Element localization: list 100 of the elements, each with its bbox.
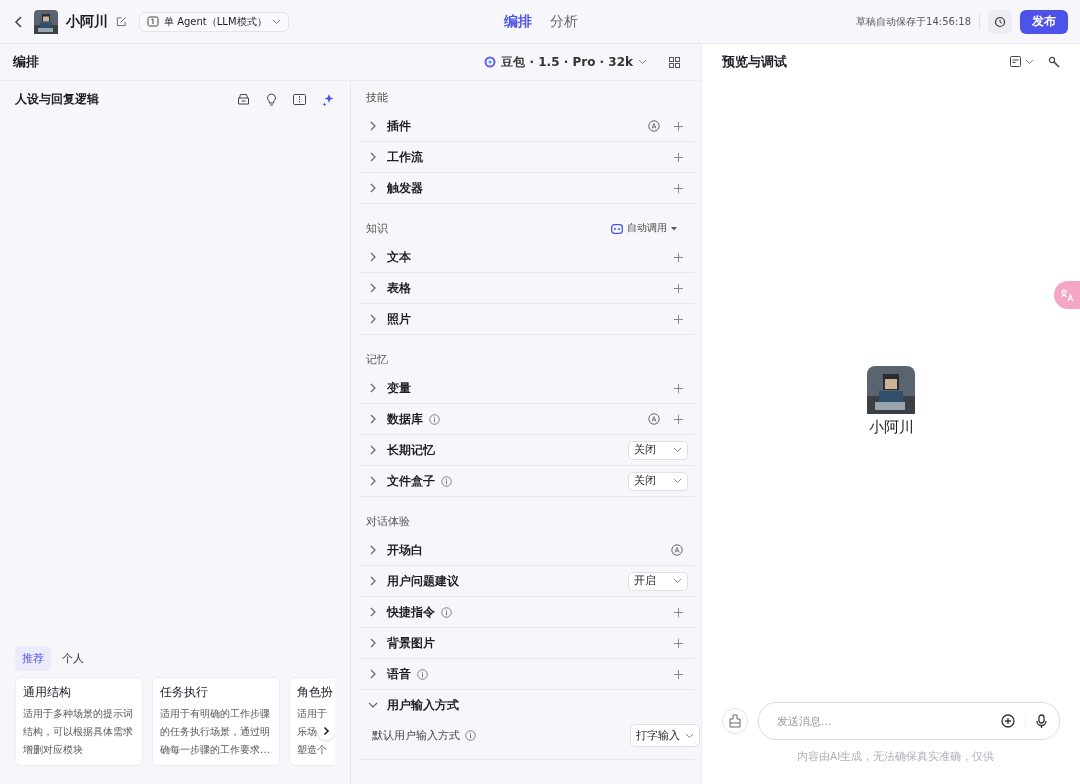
setting-label: 默认用户输入方式 [372, 728, 460, 743]
bot-name: 小阿川 [868, 417, 914, 437]
caret-icon [673, 447, 682, 453]
chevron-icon[interactable] [368, 152, 378, 162]
caret-icon [271, 18, 281, 25]
bot-name: 小阿川 [66, 12, 108, 31]
template-card[interactable]: 通用结构 适用于多种场景的提示词 结构，可以根据具体需求 增删对应模块 [15, 677, 143, 766]
message-input[interactable]: 发送消息... [775, 713, 991, 729]
section-item-label: 变量 [387, 380, 411, 396]
section-item-label: 用户问题建议 [387, 573, 459, 589]
template-card[interactable]: 角色扮 适用于 乐场 塑造个 [289, 677, 335, 766]
template-description: 适用于有明确的工作步骤 [160, 707, 270, 721]
panel-title: 编排 [13, 53, 39, 71]
chevron-icon[interactable] [368, 607, 378, 617]
grid-icon[interactable] [669, 56, 680, 68]
chevron-icon[interactable] [368, 183, 378, 193]
section-item-label: 工作流 [387, 149, 423, 165]
caret-icon [673, 578, 682, 584]
save-status: 草稿自动保存于14:56:18 [856, 14, 971, 29]
template-description: 结构，可以根据具体需求 [23, 725, 133, 739]
section-title: 记忆 [366, 352, 388, 367]
section-title: 技能 [366, 90, 388, 105]
section-item-label: 触发器 [387, 180, 423, 196]
template-description: 适用于多种场景的提示词 [23, 707, 133, 721]
chevron-icon[interactable] [368, 545, 378, 555]
sparkle-icon[interactable] [322, 92, 335, 106]
section-item-label: 表格 [387, 280, 411, 296]
mode-dropdown[interactable]: 单 Agent（LLM模式） [139, 11, 289, 32]
auto-icon[interactable] [671, 544, 683, 556]
info-icon[interactable] [441, 606, 452, 618]
template-tab[interactable]: 个人 [55, 646, 91, 671]
chevron-icon[interactable] [368, 252, 378, 262]
chevron-icon[interactable] [368, 121, 378, 131]
template-description: 适用于 [297, 707, 327, 721]
section-title: 知识 [366, 221, 388, 236]
auto-call-dropdown[interactable]: 自动调用 [611, 222, 677, 235]
info-icon[interactable] [465, 730, 476, 741]
section-item-label: 文本 [387, 249, 411, 265]
message-field[interactable]: 发送消息... [758, 702, 1060, 740]
add-icon[interactable] [1001, 714, 1015, 728]
chevron-icon [322, 726, 330, 736]
select-dropdown[interactable]: 打字输入 [630, 724, 700, 747]
agent-icon [147, 16, 159, 27]
template-tab[interactable]: 推荐 [15, 646, 51, 671]
caret-icon [1025, 59, 1034, 65]
template-title: 角色扮 [297, 685, 331, 700]
section-title: 对话体验 [366, 514, 410, 529]
library-icon[interactable] [237, 93, 250, 105]
template-description: 确每一步骤的工作要求… [160, 743, 270, 757]
publish-button[interactable]: 发布 [1020, 9, 1068, 34]
template-description: 乐场 [297, 725, 317, 739]
select-dropdown[interactable]: 关闭 [628, 440, 688, 460]
microphone-icon[interactable] [1036, 713, 1047, 729]
section-item-label: 照片 [387, 311, 411, 327]
section-item-label: 长期记忆 [387, 442, 435, 458]
chevron-icon[interactable] [368, 383, 378, 393]
caret-icon [673, 478, 682, 484]
section-item-label: 语音 [387, 666, 411, 682]
compare-icon[interactable] [293, 93, 306, 105]
template-card[interactable]: 任务执行 适用于有明确的工作步骤 的任务执行场景，通过明 确每一步骤的工作要求… [152, 677, 280, 766]
chevron-icon[interactable] [368, 414, 378, 424]
back-icon[interactable] [14, 14, 24, 29]
chevron-icon[interactable] [368, 700, 378, 710]
tab[interactable]: 分析 [550, 12, 578, 31]
tab[interactable]: 编排 [504, 12, 532, 31]
caret-icon [685, 732, 694, 739]
edit-icon[interactable] [116, 16, 127, 27]
section-item-label: 插件 [387, 118, 411, 134]
section-item-label: 数据库 [387, 411, 423, 427]
info-icon[interactable] [441, 475, 452, 487]
chevron-icon[interactable] [368, 283, 378, 293]
info-icon[interactable] [429, 413, 440, 425]
select-dropdown[interactable]: 开启 [628, 571, 688, 591]
template-title: 任务执行 [160, 685, 209, 700]
disclaimer: 内容由AI生成，无法确保真实准确，仅供 [797, 750, 996, 764]
chevron-icon[interactable] [368, 576, 378, 586]
info-icon[interactable] [417, 668, 428, 680]
template-title: 通用结构 [23, 685, 72, 700]
model-icon [484, 56, 497, 68]
template-description: 增删对应模块 [23, 743, 83, 757]
model-dropdown[interactable]: 豆包 · 1.5 · Pro · 32k [484, 53, 647, 71]
auto-icon[interactable] [648, 413, 660, 425]
chevron-icon[interactable] [368, 445, 378, 455]
history-icon [994, 15, 1006, 28]
debug-dropdown[interactable] [1010, 56, 1034, 68]
template-description: 塑造个 [297, 743, 327, 757]
bulb-icon[interactable] [266, 92, 277, 106]
caret-icon [638, 59, 647, 65]
auto-icon[interactable] [648, 120, 660, 132]
robot-icon [611, 223, 623, 234]
chevron-icon[interactable] [368, 638, 378, 648]
select-dropdown[interactable]: 关闭 [628, 471, 688, 491]
section-item-label: 文件盒子 [387, 473, 435, 489]
history-button[interactable] [988, 9, 1012, 34]
section-item-label: 快捷指令 [387, 604, 435, 620]
chevron-icon[interactable] [368, 669, 378, 679]
section-item-label: 开场白 [387, 542, 423, 558]
chevron-icon[interactable] [368, 314, 378, 324]
chevron-icon[interactable] [368, 476, 378, 486]
section-item-label: 用户输入方式 [387, 697, 459, 713]
